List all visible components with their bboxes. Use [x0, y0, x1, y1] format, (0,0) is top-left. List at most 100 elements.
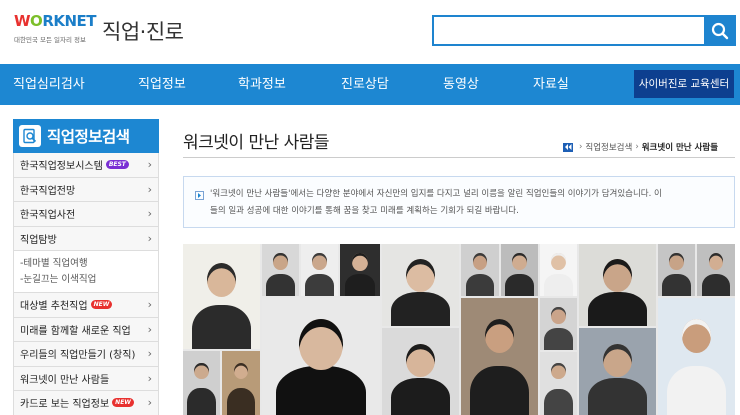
person-body-shape	[187, 388, 216, 415]
person-body-shape	[192, 304, 251, 349]
section-title[interactable]: 직업·진로	[102, 16, 184, 46]
intro-text-line1: '워크넷이 만난 사람들'에서는 다양한 분야에서 자신만의 입지를 다지고 널…	[210, 189, 662, 199]
person-head-shape	[233, 362, 249, 380]
nav-item-videos[interactable]: 동영상	[443, 64, 479, 105]
sidebar: 직업정보검색 한국직업정보시스템 BEST › 한국직업전망 › 한국직업사전 …	[13, 119, 159, 415]
person-photo-tile[interactable]	[540, 244, 577, 296]
nav-item-major-info[interactable]: 학과정보	[238, 64, 286, 105]
sidebar-item-label: 한국직업전망	[20, 185, 76, 197]
sidebar-item-future-jobs[interactable]: 미래를 함께할 새로운 직업 ›	[14, 317, 158, 342]
person-head-shape	[298, 319, 344, 371]
sidebar-item-label: 우리들의 직업만들기 (창직)	[20, 350, 136, 362]
person-body-shape	[276, 365, 366, 415]
nav-item-psych-test[interactable]: 직업심리검사	[13, 64, 85, 105]
best-badge: BEST	[105, 160, 129, 170]
sidebar-item-label: 미래를 함께할 새로운 직업	[20, 325, 131, 337]
chevron-right-icon: ›	[147, 371, 152, 385]
page-title: 워크넷이 만난 사람들	[183, 133, 330, 153]
sidebar-submenu: -테마별 직업여행 -눈길끄는 이색직업	[14, 251, 158, 293]
title-divider	[183, 157, 735, 158]
logo-letters-rest: RKNET	[42, 12, 97, 30]
person-photo-tile[interactable]	[658, 244, 695, 296]
person-head-shape	[312, 253, 327, 270]
logo-letter-w: W	[14, 12, 31, 30]
home-icon[interactable]	[563, 142, 573, 152]
person-body-shape	[266, 274, 295, 296]
people-photo-mosaic	[183, 244, 735, 415]
sidebar-item-job-outlook[interactable]: 한국직업전망 ›	[14, 177, 158, 202]
chevron-right-icon: ›	[147, 158, 152, 171]
person-head-shape	[405, 343, 436, 378]
person-head-shape	[551, 253, 566, 270]
chevron-right-icon: ›	[147, 207, 152, 220]
sidebar-subitem-theme-travel[interactable]: -테마별 직업여행	[20, 256, 152, 272]
nav-item-job-info[interactable]: 직업정보	[138, 64, 186, 105]
nav-item-career-counsel[interactable]: 진로상담	[341, 64, 389, 105]
sidebar-item-label: 한국직업정보시스템	[20, 161, 103, 173]
person-body-shape	[662, 274, 691, 296]
chevron-right-icon: ›	[147, 322, 152, 336]
person-body-shape	[391, 291, 450, 326]
person-body-shape	[226, 388, 256, 415]
sidebar-item-job-info-system[interactable]: 한국직업정보시스템 BEST ›	[14, 153, 158, 178]
person-body-shape	[588, 378, 647, 415]
person-photo-tile[interactable]	[461, 244, 499, 296]
person-head-shape	[352, 253, 368, 271]
breadcrumb-item[interactable]: 직업정보검색	[585, 141, 632, 153]
person-photo-tile[interactable]	[658, 298, 735, 415]
person-body-shape	[470, 365, 529, 415]
person-photo-tile[interactable]	[301, 244, 338, 296]
sidebar-item-label: 대상별 추천직업	[20, 301, 88, 313]
chevron-right-icon: ›	[147, 182, 152, 196]
logo-wordmark: WORKNET	[14, 12, 97, 30]
person-body-shape	[544, 388, 573, 415]
sidebar-item-job-creation[interactable]: 우리들의 직업만들기 (창직) ›	[14, 342, 158, 367]
person-head-shape	[405, 258, 436, 293]
search-button[interactable]	[704, 15, 736, 46]
person-photo-tile[interactable]	[461, 298, 538, 415]
sidebar-item-label: 직업탐방	[20, 234, 57, 246]
worknet-logo[interactable]: WORKNET 대한민국 모든 일자리 정보	[12, 12, 97, 46]
person-photo-tile[interactable]	[382, 328, 459, 415]
person-photo-tile[interactable]	[262, 298, 380, 415]
person-photo-tile[interactable]	[579, 244, 656, 326]
person-head-shape	[551, 363, 566, 380]
main-nav: 직업심리검사 직업정보 학과정보 진로상담 동영상 자료실 사이버진로 교육센터	[0, 64, 740, 105]
person-body-shape	[391, 378, 450, 415]
person-photo-tile[interactable]	[183, 244, 260, 349]
person-head-shape	[551, 307, 566, 324]
sidebar-item-job-exploration[interactable]: 직업탐방 ›	[14, 226, 158, 251]
sidebar-item-label: 워크넷이 만난 사람들	[20, 374, 110, 386]
nav-item-resources[interactable]: 자료실	[533, 64, 569, 105]
person-photo-tile[interactable]	[222, 351, 260, 415]
person-photo-tile[interactable]	[262, 244, 299, 296]
person-photo-tile[interactable]	[540, 298, 577, 350]
sidebar-item-people-met[interactable]: 워크넷이 만난 사람들 ›	[14, 366, 158, 391]
cyber-education-button[interactable]: 사이버진로 교육센터	[634, 70, 734, 98]
person-body-shape	[544, 274, 573, 296]
person-photo-tile[interactable]	[579, 328, 656, 415]
person-photo-tile[interactable]	[183, 351, 220, 415]
person-body-shape	[544, 328, 573, 350]
person-head-shape	[194, 362, 209, 379]
person-photo-tile[interactable]	[501, 244, 538, 296]
person-photo-tile[interactable]	[382, 244, 459, 326]
sidebar-subitem-unique-jobs[interactable]: -눈길끄는 이색직업	[20, 272, 152, 288]
person-photo-tile[interactable]	[340, 244, 380, 296]
person-body-shape	[505, 274, 534, 296]
sidebar-item-label: 카드로 보는 직업정보	[20, 399, 110, 411]
person-head-shape	[681, 319, 712, 353]
person-head-shape	[602, 343, 633, 378]
person-photo-tile[interactable]	[540, 352, 577, 415]
sidebar-item-job-dictionary[interactable]: 한국직업사전 ›	[14, 202, 158, 227]
person-body-shape	[344, 274, 376, 296]
person-head-shape	[602, 258, 633, 293]
search-input[interactable]	[434, 17, 704, 44]
sidebar-item-card-job-info[interactable]: 카드로 보는 직업정보 NEW ›	[14, 391, 158, 415]
chevron-right-icon: ›	[147, 396, 152, 409]
intro-box: '워크넷이 만난 사람들'에서는 다양한 분야에서 자신만의 입지를 다지고 널…	[183, 176, 735, 228]
sidebar-title: 직업정보검색	[13, 119, 159, 153]
person-photo-tile[interactable]	[697, 244, 735, 296]
sidebar-item-recommended-jobs[interactable]: 대상별 추천직업 NEW ›	[14, 293, 158, 318]
intro-text-line2: 들의 일과 성공에 대한 이야기를 통해 꿈을 찾고 미래를 계획하는 기회가 …	[210, 206, 519, 216]
